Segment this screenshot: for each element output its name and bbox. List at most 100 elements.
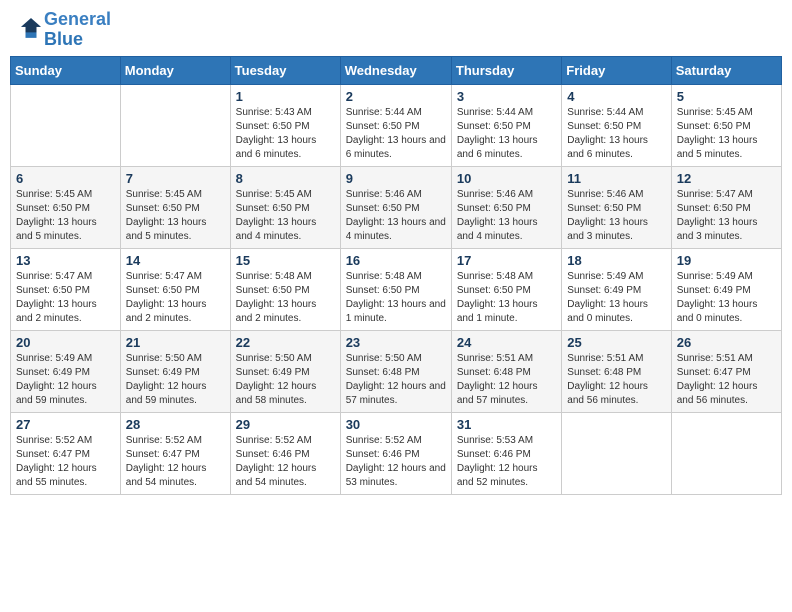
calendar-body: 1 Sunrise: 5:43 AM Sunset: 6:50 PM Daylig…: [11, 84, 782, 494]
day-number: 16: [346, 253, 446, 268]
calendar-week-row: 6 Sunrise: 5:45 AM Sunset: 6:50 PM Daylig…: [11, 166, 782, 248]
calendar-week-row: 20 Sunrise: 5:49 AM Sunset: 6:49 PM Dayli…: [11, 330, 782, 412]
weekday-header: Wednesday: [340, 56, 451, 84]
calendar-cell: 13 Sunrise: 5:47 AM Sunset: 6:50 PM Dayli…: [11, 248, 121, 330]
calendar-cell: 8 Sunrise: 5:45 AM Sunset: 6:50 PM Daylig…: [230, 166, 340, 248]
calendar-cell: 26Sunrise: 5:51 AM Sunset: 6:47 PM Dayli…: [671, 330, 781, 412]
calendar-cell: 18 Sunrise: 5:49 AM Sunset: 6:49 PM Dayli…: [562, 248, 671, 330]
day-info: Sunrise: 5:48 AM Sunset: 6:50 PM Dayligh…: [346, 270, 446, 326]
day-number: 3: [457, 89, 556, 104]
calendar-cell: 6 Sunrise: 5:45 AM Sunset: 6:50 PM Daylig…: [11, 166, 121, 248]
logo: GeneralBlue: [20, 10, 111, 50]
day-number: 13: [16, 253, 115, 268]
day-info: Sunrise: 5:47 AM Sunset: 6:50 PM Dayligh…: [677, 188, 776, 244]
calendar-cell: 20 Sunrise: 5:49 AM Sunset: 6:49 PM Dayli…: [11, 330, 121, 412]
day-info: Sunrise: 5:51 AM Sunset: 6:48 PM Dayligh…: [457, 352, 556, 408]
calendar-week-row: 1 Sunrise: 5:43 AM Sunset: 6:50 PM Daylig…: [11, 84, 782, 166]
weekday-header: Monday: [120, 56, 230, 84]
day-info: Sunrise: 5:49 AM Sunset: 6:49 PM Dayligh…: [16, 352, 115, 408]
day-info: Sunrise: 5:51 AM Sunset: 6:48 PM Dayligh…: [567, 352, 665, 408]
day-number: 10: [457, 171, 556, 186]
calendar-cell: 25Sunrise: 5:51 AM Sunset: 6:48 PM Dayli…: [562, 330, 671, 412]
calendar-cell: 14 Sunrise: 5:47 AM Sunset: 6:50 PM Dayli…: [120, 248, 230, 330]
day-info: Sunrise: 5:50 AM Sunset: 6:49 PM Dayligh…: [126, 352, 225, 408]
day-number: 19: [677, 253, 776, 268]
day-number: 8: [236, 171, 335, 186]
day-info: Sunrise: 5:45 AM Sunset: 6:50 PM Dayligh…: [236, 188, 335, 244]
day-info: Sunrise: 5:45 AM Sunset: 6:50 PM Dayligh…: [16, 188, 115, 244]
day-number: 12: [677, 171, 776, 186]
day-info: Sunrise: 5:44 AM Sunset: 6:50 PM Dayligh…: [457, 106, 556, 162]
calendar-table: SundayMondayTuesdayWednesdayThursdayFrid…: [10, 56, 782, 495]
calendar-cell: 29 Sunrise: 5:52 AM Sunset: 6:46 PM Dayli…: [230, 412, 340, 494]
weekday-header: Sunday: [11, 56, 121, 84]
day-number: 21: [126, 335, 225, 350]
day-number: 18: [567, 253, 665, 268]
day-number: 22: [236, 335, 335, 350]
day-number: 31: [457, 417, 556, 432]
calendar-cell: 1 Sunrise: 5:43 AM Sunset: 6:50 PM Daylig…: [230, 84, 340, 166]
day-number: 29: [236, 417, 335, 432]
day-number: 11: [567, 171, 665, 186]
day-number: 28: [126, 417, 225, 432]
calendar-week-row: 27 Sunrise: 5:52 AM Sunset: 6:47 PM Dayli…: [11, 412, 782, 494]
day-number: 7: [126, 171, 225, 186]
day-number: 4: [567, 89, 665, 104]
logo-icon: [20, 17, 42, 39]
day-info: Sunrise: 5:49 AM Sunset: 6:49 PM Dayligh…: [677, 270, 776, 326]
logo-text: GeneralBlue: [44, 10, 111, 50]
day-info: Sunrise: 5:53 AM Sunset: 6:46 PM Dayligh…: [457, 434, 556, 490]
day-info: Sunrise: 5:52 AM Sunset: 6:47 PM Dayligh…: [126, 434, 225, 490]
day-info: Sunrise: 5:47 AM Sunset: 6:50 PM Dayligh…: [126, 270, 225, 326]
day-info: Sunrise: 5:46 AM Sunset: 6:50 PM Dayligh…: [457, 188, 556, 244]
calendar-week-row: 13 Sunrise: 5:47 AM Sunset: 6:50 PM Dayli…: [11, 248, 782, 330]
day-number: 27: [16, 417, 115, 432]
day-info: Sunrise: 5:47 AM Sunset: 6:50 PM Dayligh…: [16, 270, 115, 326]
day-info: Sunrise: 5:50 AM Sunset: 6:49 PM Dayligh…: [236, 352, 335, 408]
day-info: Sunrise: 5:50 AM Sunset: 6:48 PM Dayligh…: [346, 352, 446, 408]
day-number: 30: [346, 417, 446, 432]
day-number: 1: [236, 89, 335, 104]
weekday-header: Thursday: [451, 56, 561, 84]
calendar-cell: 16 Sunrise: 5:48 AM Sunset: 6:50 PM Dayli…: [340, 248, 451, 330]
calendar-cell: [120, 84, 230, 166]
calendar-cell: 12 Sunrise: 5:47 AM Sunset: 6:50 PM Dayli…: [671, 166, 781, 248]
day-number: 20: [16, 335, 115, 350]
day-info: Sunrise: 5:51 AM Sunset: 6:47 PM Dayligh…: [677, 352, 776, 408]
day-info: Sunrise: 5:44 AM Sunset: 6:50 PM Dayligh…: [346, 106, 446, 162]
day-info: Sunrise: 5:44 AM Sunset: 6:50 PM Dayligh…: [567, 106, 665, 162]
calendar-cell: 15Sunrise: 5:48 AM Sunset: 6:50 PM Dayli…: [230, 248, 340, 330]
calendar-cell: 19 Sunrise: 5:49 AM Sunset: 6:49 PM Dayli…: [671, 248, 781, 330]
calendar-cell: 31 Sunrise: 5:53 AM Sunset: 6:46 PM Dayli…: [451, 412, 561, 494]
day-info: Sunrise: 5:48 AM Sunset: 6:50 PM Dayligh…: [236, 270, 335, 326]
calendar-cell: 27Sunrise: 5:52 AM Sunset: 6:47 PM Dayli…: [11, 412, 121, 494]
calendar-cell: 21 Sunrise: 5:50 AM Sunset: 6:49 PM Dayli…: [120, 330, 230, 412]
calendar-cell: [562, 412, 671, 494]
day-info: Sunrise: 5:49 AM Sunset: 6:49 PM Dayligh…: [567, 270, 665, 326]
day-number: 6: [16, 171, 115, 186]
calendar-cell: 24 Sunrise: 5:51 AM Sunset: 6:48 PM Dayli…: [451, 330, 561, 412]
calendar-cell: [11, 84, 121, 166]
day-number: 17: [457, 253, 556, 268]
calendar-cell: 10 Sunrise: 5:46 AM Sunset: 6:50 PM Dayli…: [451, 166, 561, 248]
calendar-cell: [671, 412, 781, 494]
calendar-cell: 3 Sunrise: 5:44 AM Sunset: 6:50 PM Daylig…: [451, 84, 561, 166]
page-header: GeneralBlue: [10, 10, 782, 50]
calendar-cell: 30 Sunrise: 5:52 AM Sunset: 6:46 PM Dayli…: [340, 412, 451, 494]
weekday-header: Friday: [562, 56, 671, 84]
weekday-header: Saturday: [671, 56, 781, 84]
calendar-cell: 23 Sunrise: 5:50 AM Sunset: 6:48 PM Dayli…: [340, 330, 451, 412]
day-number: 14: [126, 253, 225, 268]
day-info: Sunrise: 5:52 AM Sunset: 6:46 PM Dayligh…: [346, 434, 446, 490]
day-info: Sunrise: 5:46 AM Sunset: 6:50 PM Dayligh…: [567, 188, 665, 244]
day-info: Sunrise: 5:48 AM Sunset: 6:50 PM Dayligh…: [457, 270, 556, 326]
day-info: Sunrise: 5:52 AM Sunset: 6:46 PM Dayligh…: [236, 434, 335, 490]
day-number: 23: [346, 335, 446, 350]
calendar-cell: 28 Sunrise: 5:52 AM Sunset: 6:47 PM Dayli…: [120, 412, 230, 494]
day-number: 9: [346, 171, 446, 186]
calendar-cell: 4 Sunrise: 5:44 AM Sunset: 6:50 PM Daylig…: [562, 84, 671, 166]
calendar-cell: 9Sunrise: 5:46 AM Sunset: 6:50 PM Daylig…: [340, 166, 451, 248]
day-info: Sunrise: 5:43 AM Sunset: 6:50 PM Dayligh…: [236, 106, 335, 162]
day-number: 24: [457, 335, 556, 350]
day-info: Sunrise: 5:45 AM Sunset: 6:50 PM Dayligh…: [126, 188, 225, 244]
